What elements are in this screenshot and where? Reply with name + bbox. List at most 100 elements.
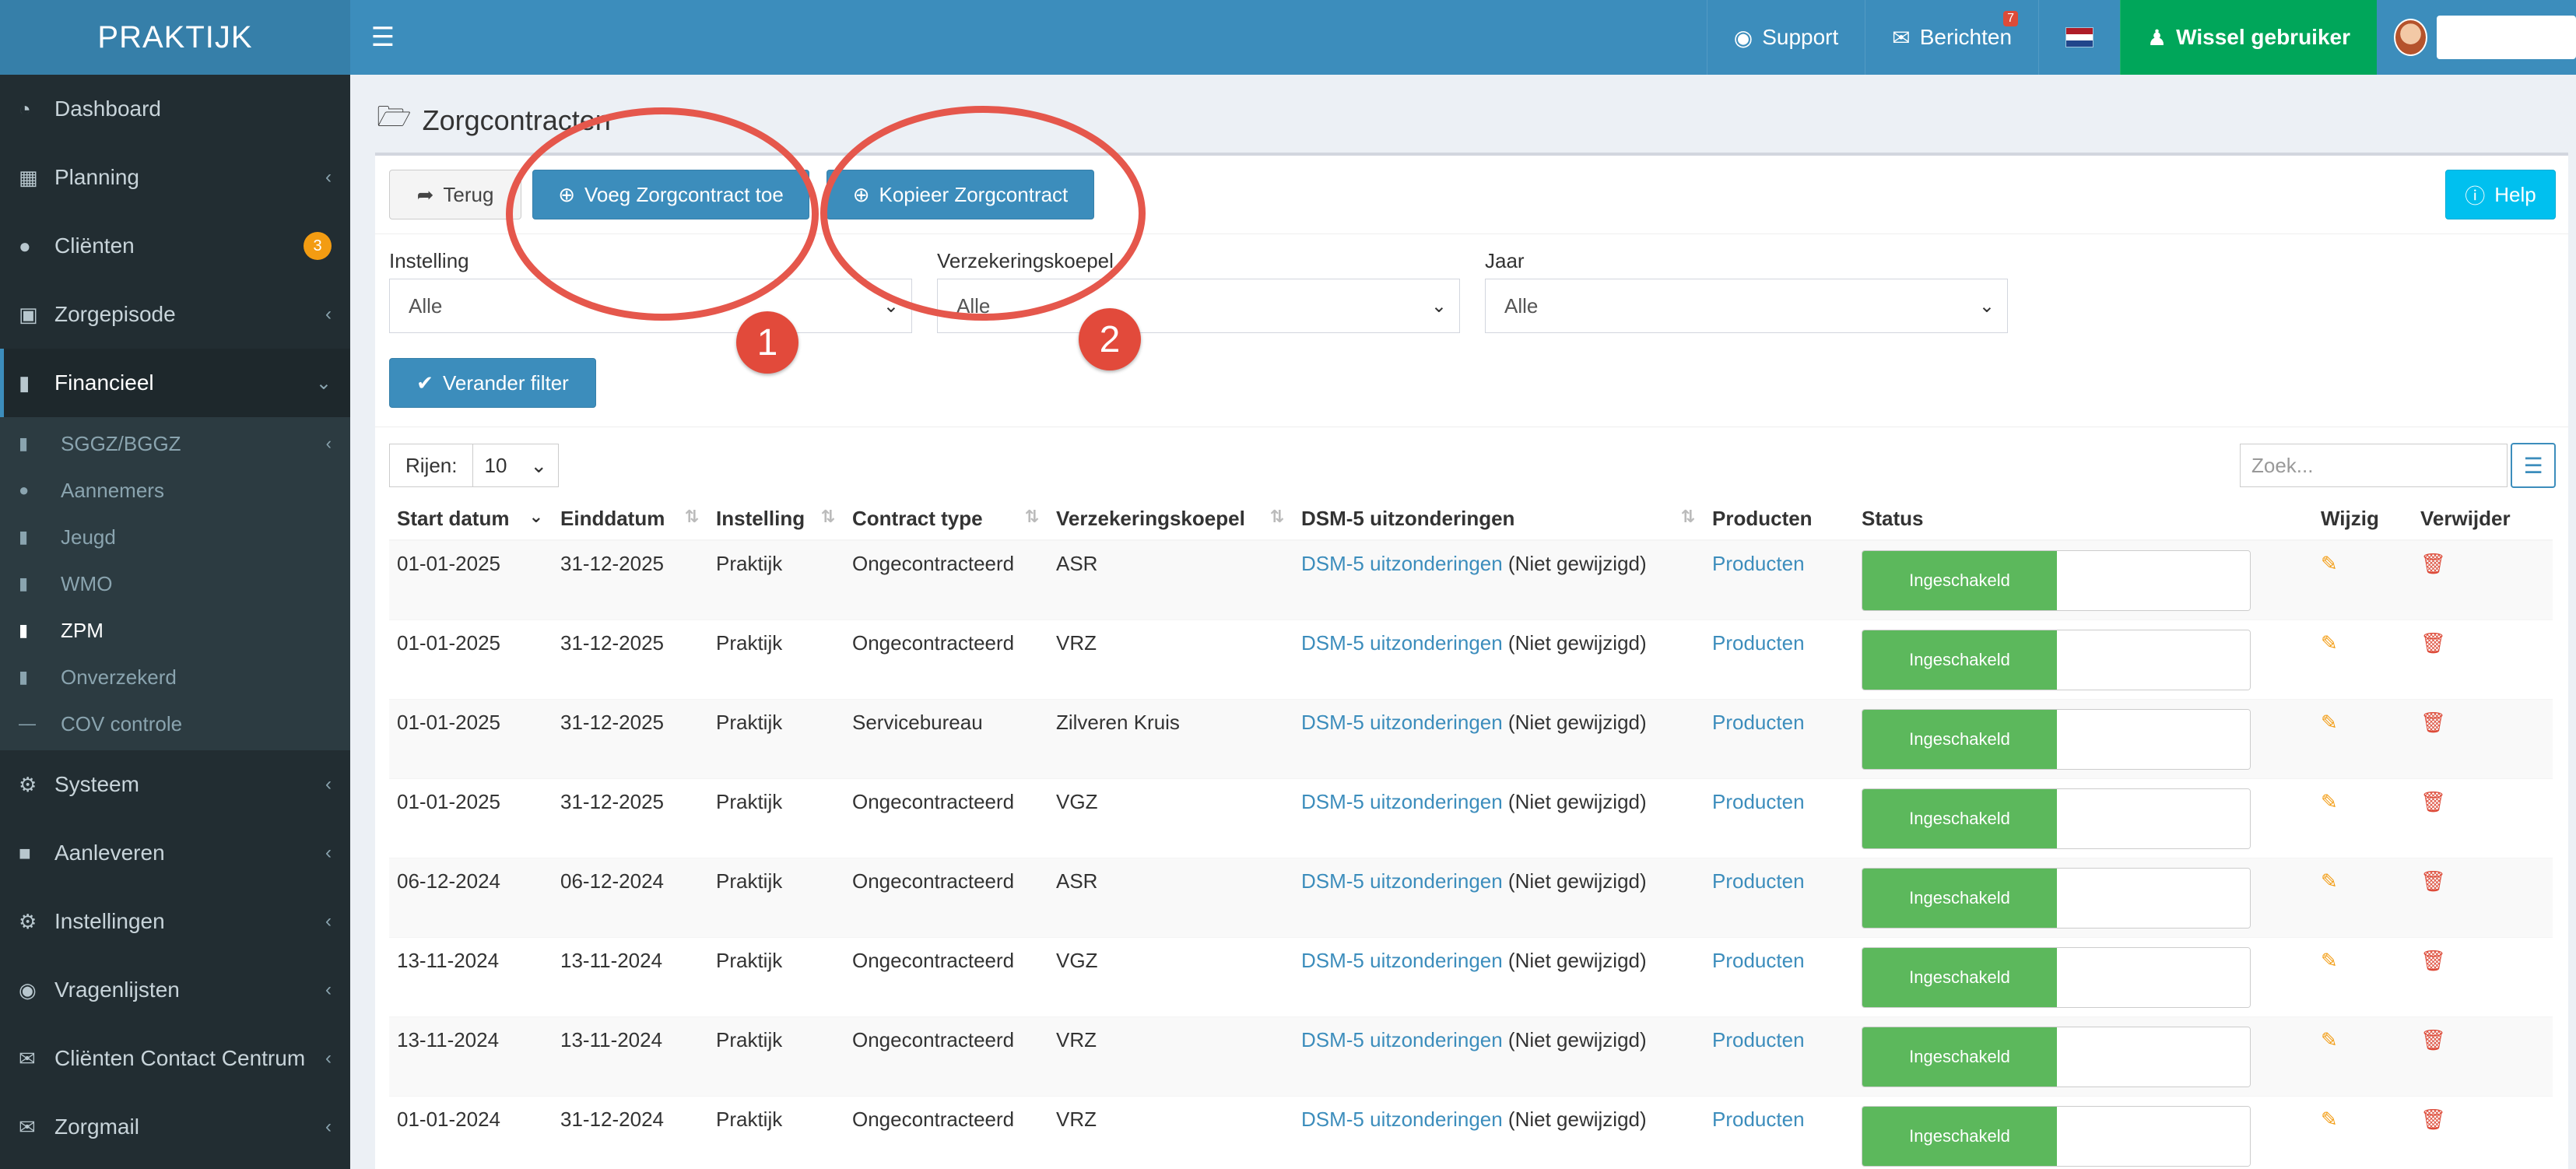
cell-instelling: Praktijk	[708, 857, 844, 937]
switch-user-button[interactable]: ♟ Wissel gebruiker	[2120, 0, 2377, 75]
pencil-icon[interactable]: ✎	[2321, 1028, 2338, 1051]
status-toggle[interactable]: Ingeschakeld	[1862, 946, 2251, 1008]
dsm5-link[interactable]: DSM-5 uitzonderingen	[1301, 869, 1503, 893]
col-start-datum[interactable]: Start datum ⌄	[389, 498, 553, 541]
products-link[interactable]: Producten	[1712, 1108, 1805, 1131]
sidebar-item-zorgepisode[interactable]: ▣ Zorgepisode ‹	[0, 280, 350, 349]
cell-start: 13-11-2024	[389, 936, 553, 1016]
trash-icon[interactable]: 🗑	[2420, 869, 2446, 893]
cell-status: Ingeschakeld	[1854, 857, 2313, 937]
top-navbar: ☰ ◉ Support ✉ Berichten 7 ♟ Wissel gebru…	[350, 0, 2576, 75]
pencil-icon[interactable]: ✎	[2321, 949, 2338, 972]
trash-icon[interactable]: 🗑	[2420, 552, 2446, 575]
products-link[interactable]: Producten	[1712, 790, 1805, 813]
sidebar-sub-aannemers[interactable]: ● Aannemers	[0, 467, 350, 514]
sidebar-item-clienten[interactable]: ● Cliënten 3	[0, 212, 350, 280]
sidebar-item-aanleveren[interactable]: ■ Aanleveren ‹	[0, 819, 350, 887]
status-toggle[interactable]: Ingeschakeld	[1862, 867, 2251, 929]
products-link[interactable]: Producten	[1712, 949, 1805, 972]
pencil-icon[interactable]: ✎	[2321, 790, 2338, 813]
col-verzekeringskoepel[interactable]: Verzekeringskoepel ⇅	[1048, 498, 1293, 541]
chevron-left-icon: ‹	[325, 911, 332, 932]
status-toggle[interactable]: Ingeschakeld	[1862, 708, 2251, 770]
col-einddatum[interactable]: Einddatum ⇅	[553, 498, 708, 541]
products-link[interactable]: Producten	[1712, 711, 1805, 734]
chevron-left-icon: ‹	[325, 167, 332, 188]
cell-dsm5: DSM-5 uitzonderingen (Niet gewijzigd)	[1293, 778, 1704, 858]
cell-verwijder: 🗑	[2413, 778, 2553, 858]
help-button[interactable]: ⓘ Help	[2445, 170, 2556, 219]
sidebar-item-instellingen[interactable]: ⚙ Instellingen ‹	[0, 887, 350, 956]
cell-verwijder: 🗑	[2413, 1016, 2553, 1096]
pencil-icon[interactable]: ✎	[2321, 631, 2338, 655]
user-menu[interactable]	[2377, 0, 2576, 75]
support-link[interactable]: ◉ Support	[1706, 0, 1865, 75]
dsm5-link[interactable]: DSM-5 uitzonderingen	[1301, 1028, 1503, 1051]
pencil-icon[interactable]: ✎	[2321, 552, 2338, 575]
users-icon: ●	[19, 480, 30, 500]
cell-status: Ingeschakeld	[1854, 1095, 2313, 1169]
check-circle-icon: ✔	[416, 370, 433, 395]
trash-icon[interactable]: 🗑	[2420, 631, 2446, 655]
messages-link[interactable]: ✉ Berichten 7	[1865, 0, 2038, 75]
status-toggle[interactable]: Ingeschakeld	[1862, 1105, 2251, 1167]
dsm5-link[interactable]: DSM-5 uitzonderingen	[1301, 790, 1503, 813]
status-toggle[interactable]: Ingeschakeld	[1862, 1026, 2251, 1087]
sidebar-item-planning[interactable]: ▦ Planning ‹	[0, 143, 350, 212]
sidebar-item-zorgmail[interactable]: ✉ Zorgmail ‹	[0, 1093, 350, 1161]
sidebar-sub-zpm[interactable]: ▮ ZPM	[0, 607, 350, 654]
dsm5-link[interactable]: DSM-5 uitzonderingen	[1301, 949, 1503, 972]
sidebar-item-vragenlijsten[interactable]: ◉ Vragenlijsten ‹	[0, 956, 350, 1024]
language-selector[interactable]	[2038, 0, 2120, 75]
dsm5-link[interactable]: DSM-5 uitzonderingen	[1301, 1108, 1503, 1131]
trash-icon[interactable]: 🗑	[2420, 949, 2446, 972]
search-input[interactable]: Zoek...	[2240, 444, 2508, 487]
status-toggle[interactable]: Ingeschakeld	[1862, 629, 2251, 690]
trash-icon[interactable]: 🗑	[2420, 1028, 2446, 1051]
status-toggle[interactable]: Ingeschakeld	[1862, 550, 2251, 611]
trash-icon[interactable]: 🗑	[2420, 1108, 2446, 1131]
sidebar-item-contact-centrum[interactable]: ✉ Cliënten Contact Centrum ‹	[0, 1024, 350, 1093]
sidebar-sub-sggz[interactable]: ▮ SGGZ/BGGZ ‹	[0, 420, 350, 467]
products-link[interactable]: Producten	[1712, 631, 1805, 655]
column-toggle-button[interactable]: ☰	[2511, 443, 2556, 488]
products-link[interactable]: Producten	[1712, 1028, 1805, 1051]
trash-icon[interactable]: 🗑	[2420, 790, 2446, 813]
app-logo[interactable]: PRAKTIJK	[0, 0, 350, 75]
sidebar-sub-cov-controle[interactable]: — COV controle	[0, 700, 350, 747]
jaar-select[interactable]: Alle ⌄	[1485, 279, 2008, 333]
trash-icon[interactable]: 🗑	[2420, 711, 2446, 734]
sidebar-sub-jeugd[interactable]: ▮ Jeugd	[0, 514, 350, 560]
status-toggle[interactable]: Ingeschakeld	[1862, 788, 2251, 849]
dsm5-link[interactable]: DSM-5 uitzonderingen	[1301, 552, 1503, 575]
cell-verwijder: 🗑	[2413, 1095, 2553, 1169]
rows-select[interactable]: 10 ⌄	[473, 444, 560, 487]
chevron-left-icon: ‹	[325, 979, 332, 1000]
pencil-icon[interactable]: ✎	[2321, 1108, 2338, 1131]
cell-instelling: Praktijk	[708, 539, 844, 620]
cell-producten: Producten	[1704, 778, 1854, 858]
pencil-icon[interactable]: ✎	[2321, 711, 2338, 734]
products-link[interactable]: Producten	[1712, 552, 1805, 575]
dsm5-link[interactable]: DSM-5 uitzonderingen	[1301, 631, 1503, 655]
col-dsm5[interactable]: DSM-5 uitzonderingen ⇅	[1293, 498, 1704, 541]
dsm5-link[interactable]: DSM-5 uitzonderingen	[1301, 711, 1503, 734]
col-contract-type[interactable]: Contract type ⇅	[844, 498, 1048, 541]
sidebar-item-systeem[interactable]: ⚙ Systeem ‹	[0, 750, 350, 819]
sort-desc-icon: ⌄	[528, 507, 543, 526]
sidebar-sub-wmo[interactable]: ▮ WMO	[0, 560, 350, 607]
products-link[interactable]: Producten	[1712, 869, 1805, 893]
table-row: 01-01-2024 31-12-2024 Praktijk Ongecontract…	[389, 1095, 2553, 1169]
apply-filter-button[interactable]: ✔ Verander filter	[389, 358, 596, 408]
col-instelling[interactable]: Instelling ⇅	[708, 498, 844, 541]
cell-producten: Producten	[1704, 698, 1854, 778]
sidebar-item-dashboard[interactable]: ◔ Dashboard	[0, 75, 350, 143]
cell-koepel: VGZ	[1048, 778, 1293, 858]
sidebar-item-financieel[interactable]: ▮ Financieel ⌄	[0, 349, 350, 417]
pencil-icon[interactable]: ✎	[2321, 869, 2338, 893]
sidebar-sub-onverzekerd[interactable]: ▮ Onverzekerd	[0, 654, 350, 700]
back-button[interactable]: ➦ Terug	[389, 170, 521, 219]
cell-producten: Producten	[1704, 539, 1854, 620]
hamburger-menu-icon[interactable]: ☰	[350, 0, 416, 75]
rows-per-page: Rijen: 10 ⌄	[389, 444, 560, 487]
